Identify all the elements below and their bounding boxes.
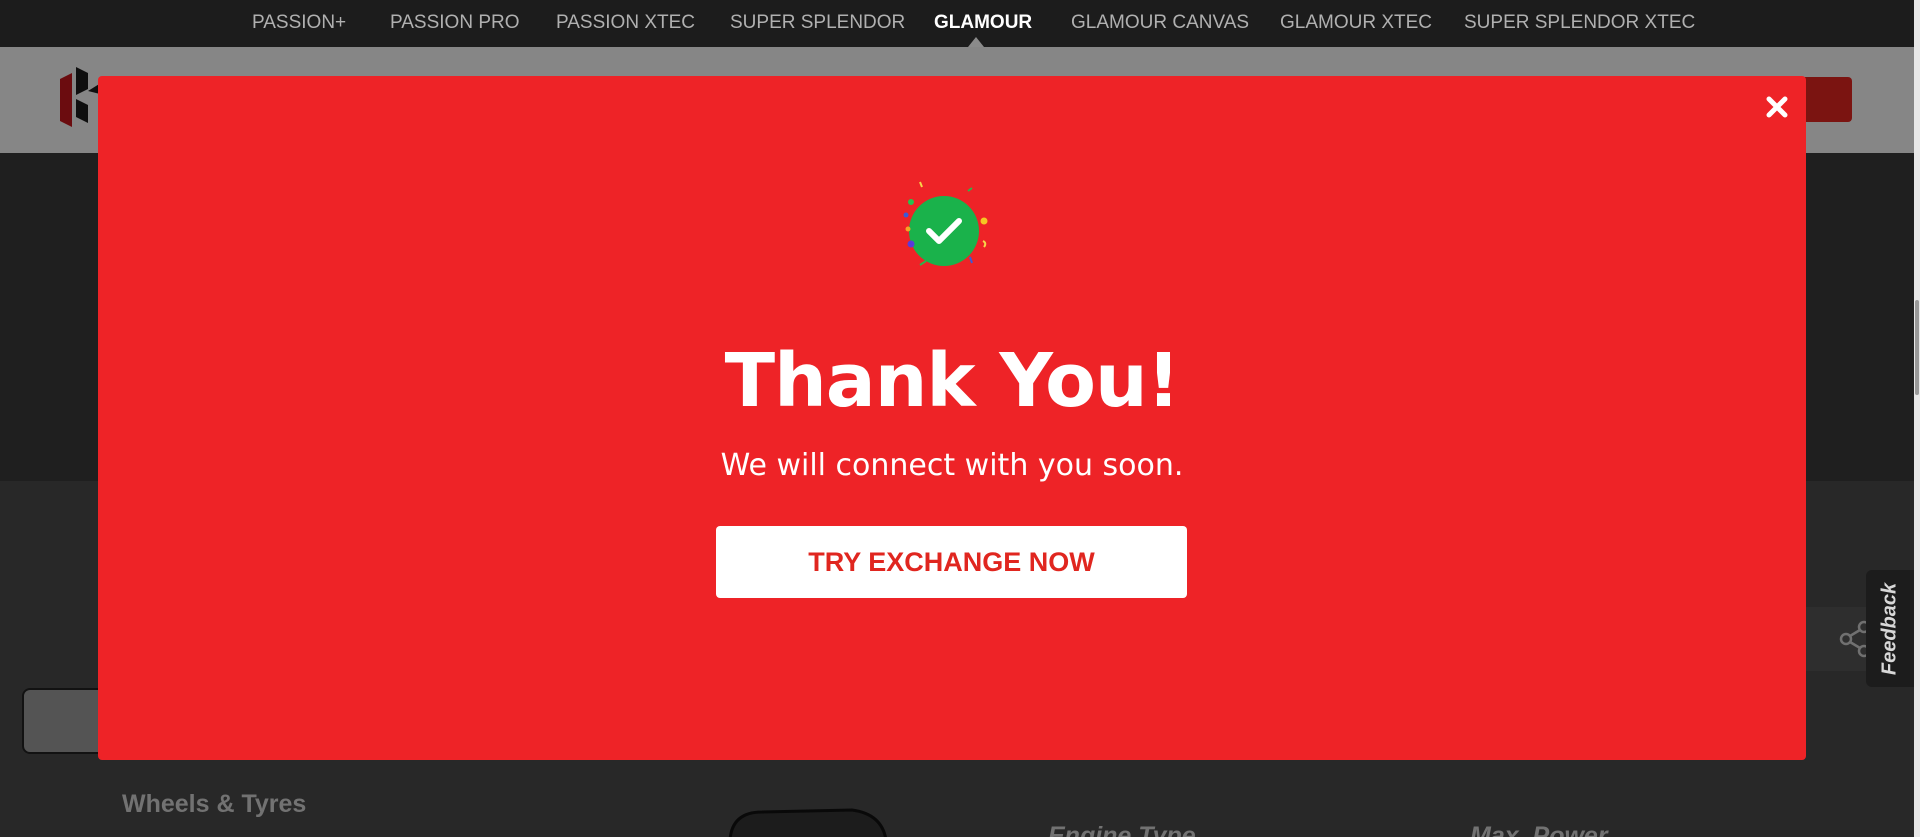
active-nav-caret xyxy=(968,37,984,47)
nav-item-glamour[interactable]: GLAMOUR xyxy=(934,12,1032,34)
nav-item-glamour-canvas[interactable]: GLAMOUR CANVAS xyxy=(1071,12,1249,34)
nav-item-glamour-xtec[interactable]: GLAMOUR XTEC xyxy=(1280,12,1432,34)
model-nav: PASSION+ PASSION PRO PASSION XTEC SUPER … xyxy=(0,0,1920,47)
modal-subtitle: We will connect with you soon. xyxy=(720,448,1184,483)
page-scrollbar[interactable] xyxy=(1914,0,1920,837)
nav-item-super-splendor-xtec[interactable]: SUPER SPLENDOR XTEC xyxy=(1464,12,1695,34)
feedback-tab[interactable]: Feedback xyxy=(1866,570,1914,687)
modal-title: Thank You! xyxy=(724,338,1181,424)
close-icon[interactable] xyxy=(1760,90,1794,124)
scrollbar-thumb[interactable] xyxy=(1915,300,1919,395)
try-exchange-button[interactable]: TRY EXCHANGE NOW xyxy=(716,526,1187,598)
feedback-label: Feedback xyxy=(1878,582,1901,675)
nav-item-passion-xtec[interactable]: PASSION XTEC xyxy=(556,12,695,34)
thank-you-modal: Thank You! We will connect with you soon… xyxy=(98,76,1806,760)
check-circle-icon xyxy=(903,181,988,266)
nav-item-passion-pro[interactable]: PASSION PRO xyxy=(390,12,520,34)
nav-item-super-splendor[interactable]: SUPER SPLENDOR xyxy=(730,12,905,34)
nav-item-passion-plus[interactable]: PASSION+ xyxy=(252,12,346,34)
